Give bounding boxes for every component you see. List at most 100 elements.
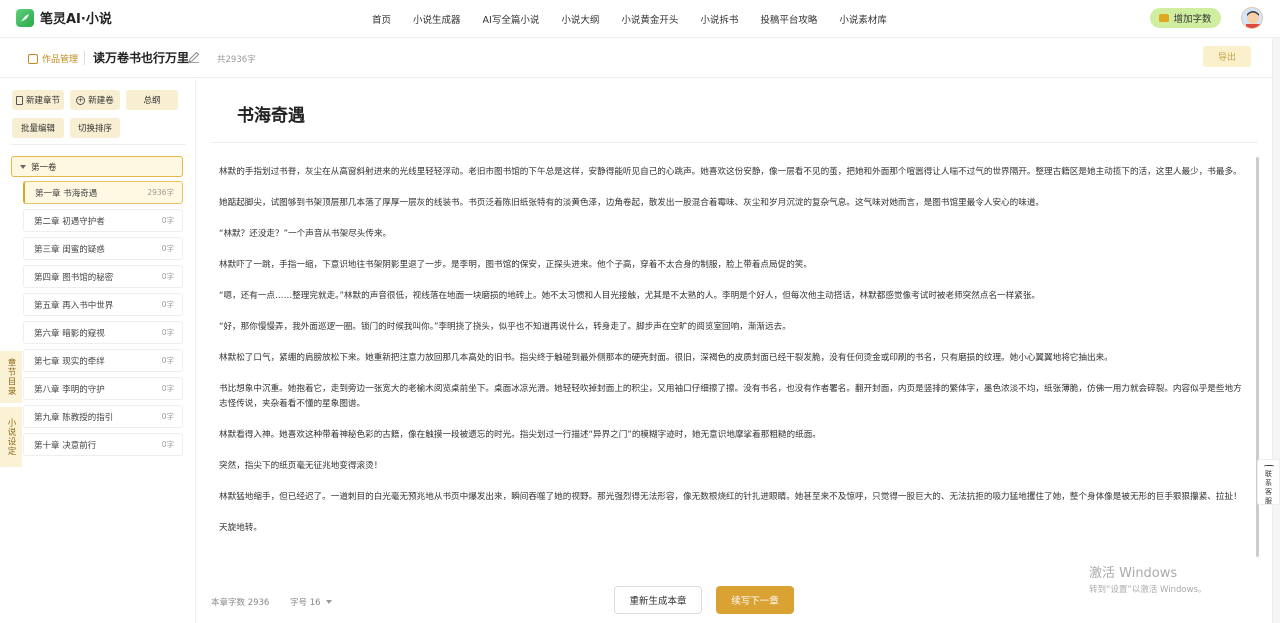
chapter-item[interactable]: 第一章 书海奇遇 2936字: [23, 181, 183, 204]
chapter-name: 第九章 陈教授的指引: [34, 412, 114, 423]
chapter-item[interactable]: 第二章 初遇守护者 0字: [23, 209, 183, 232]
sidebar-divider: [11, 144, 186, 145]
chapter-word-count: 0字: [161, 328, 174, 337]
toggle-sort-label: 切换排序: [77, 124, 112, 134]
crown-icon: [1159, 14, 1170, 22]
continue-next-chapter-button[interactable]: 续写下一章: [716, 586, 794, 614]
manage-works-button[interactable]: 作品管理: [28, 52, 78, 65]
windows-activation-watermark: 激活 Windows 转到“设置”以激活 Windows。: [1089, 562, 1206, 595]
chapter-item[interactable]: 第九章 陈教授的指引 0字: [23, 405, 183, 428]
chapter-word-count: 0字: [161, 412, 174, 421]
chapter-name: 第三章 闺蜜的疑惑: [34, 244, 105, 255]
plus-circle-icon: +: [76, 95, 86, 105]
nav-item-home[interactable]: 首页: [372, 12, 391, 26]
chapter-name: 第十章 决意前行: [34, 440, 97, 451]
document-icon: [15, 95, 23, 105]
title-divider: [211, 142, 1258, 143]
book-title[interactable]: 读万卷书也行万里路: [93, 49, 189, 66]
avatar[interactable]: [1241, 7, 1263, 29]
tab-chapter-toc[interactable]: 章节目录: [0, 351, 22, 403]
manage-works-label: 作品管理: [42, 55, 79, 65]
chapter-item[interactable]: 第三章 闺蜜的疑惑 0字: [23, 237, 183, 260]
add-words-button[interactable]: 增加字数: [1150, 8, 1221, 28]
paragraph: “好，那你慢慢弄，我外面巡逻一圈。锁门的时候我叫你。”李明挠了挠头，似乎也不知道…: [219, 322, 791, 332]
chapter-content[interactable]: 林默的手指划过书脊，灰尘在从高窗斜射进来的光线里轻轻浮动。老旧市图书馆的下午总是…: [219, 165, 1249, 565]
watermark-line2: 转到“设置”以激活 Windows。: [1089, 585, 1207, 595]
nav-item-material-library[interactable]: 小说素材库: [839, 12, 887, 26]
chapter-item[interactable]: 第五章 再入书中世界 0字: [23, 293, 183, 316]
new-chapter-label: 新建章节: [25, 96, 60, 106]
paragraph: 突然，指尖下的纸页毫无征兆地变得滚烫！: [219, 461, 383, 471]
paragraph: “嗯，还有一点……整理完就走。”林默的声音很低，视线落在地面一块磨损的地砖上。她…: [219, 291, 1041, 301]
paragraph: 林默看得入神。她喜欢这种带着神秘色彩的古籍，像在触摸一段被遗忘的时光。指尖划过一…: [219, 430, 821, 440]
chapter-name: 第四章 图书馆的秘密: [34, 272, 114, 283]
feather-icon: [16, 8, 34, 27]
app-logo-text: 笔灵AI·小说: [40, 12, 112, 27]
caret-down-icon: [325, 600, 332, 604]
chapter-list: 第一章 书海奇遇 2936字 第二章 初遇守护者 0字 第三章 闺蜜的疑惑 0字 第四…: [23, 181, 183, 461]
chapter-name: 第五章 再入书中世界: [34, 300, 114, 311]
add-words-label: 增加字数: [1173, 14, 1212, 25]
paragraph: 林默的手指划过书脊，灰尘在从高窗斜射进来的光线里轻轻浮动。老旧市图书馆的下午总是…: [219, 167, 1242, 177]
chapter-name: 第二章 初遇守护者: [34, 216, 105, 227]
font-size-select[interactable]: 字号 16: [290, 596, 332, 608]
editor-header: 作品管理 读万卷书也行万里路 共2936字 导出: [0, 38, 1272, 78]
chapter-item[interactable]: 第六章 暗影的窥视 0字: [23, 321, 183, 344]
export-button[interactable]: 导出: [1203, 46, 1251, 67]
chapter-sidebar: 新建章节 + 新建卷 总纲 批量编辑 切换排序 第一卷 第一章 书海奇遇 2936…: [0, 79, 196, 623]
chapter-item[interactable]: 第七章 现实的牵绊 0字: [23, 349, 183, 372]
edit-pencil-icon[interactable]: [187, 50, 201, 64]
customer-service-button[interactable]: 联系客服: [1257, 459, 1280, 505]
regenerate-chapter-button[interactable]: 重新生成本章: [614, 586, 702, 614]
chapter-word-count: 0字: [161, 244, 174, 253]
chapter-name: 第一章 书海奇遇: [35, 188, 98, 199]
chapter-name: 第六章 暗影的窥视: [34, 328, 105, 339]
paragraph: “林默？还没走？”一个声音从书架尽头传来。: [219, 229, 392, 239]
chapter-word-count: 0字: [161, 272, 174, 281]
chapter-item[interactable]: 第四章 图书馆的秘密 0字: [23, 265, 183, 288]
new-volume-label: 新建卷: [88, 96, 114, 106]
chapter-name: 第七章 现实的牵绊: [34, 356, 105, 367]
chapter-word-count: 2936字: [147, 188, 174, 197]
chapter-word-count: 0字: [161, 384, 174, 393]
top-nav-bar: 笔灵AI·小说 首页 小说生成器 AI写全篇小说 小说大纲 小说黄金开头 小说拆…: [0, 0, 1280, 38]
editor-main: 书海奇遇 林默的手指划过书脊，灰尘在从高窗斜射进来的光线里轻轻浮动。老旧市图书馆…: [197, 79, 1272, 623]
outline-label: 总纲: [143, 96, 161, 106]
nav-item-submission-guide[interactable]: 投稿平台攻略: [760, 12, 817, 26]
nav-item-golden-opening[interactable]: 小说黄金开头: [621, 12, 678, 26]
outline-button[interactable]: 总纲: [126, 90, 178, 110]
new-volume-button[interactable]: + 新建卷: [70, 90, 120, 110]
volume-name: 第一卷: [31, 162, 57, 173]
headset-icon: [1263, 465, 1274, 467]
caret-down-icon: [20, 164, 26, 169]
paragraph: 她踮起脚尖，试图够到书架顶层那几本落了厚厚一层灰的线装书。书页泛着陈旧纸张特有的…: [219, 198, 1045, 208]
tab-novel-settings[interactable]: 小说设定: [0, 407, 22, 467]
nav-item-novel-generator[interactable]: 小说生成器: [413, 12, 461, 26]
volume-header[interactable]: 第一卷: [11, 156, 183, 177]
font-size-label: 字号 16: [290, 598, 321, 608]
paragraph: 天旋地转。: [219, 523, 262, 533]
paragraph: 林默吓了一跳，手指一缩，下意识地往书架阴影里退了一步。是李明，图书馆的保安，正探…: [219, 260, 812, 270]
chapter-word-count-label: 本章字数 2936: [211, 598, 270, 608]
nav-item-ai-full-novel[interactable]: AI写全篇小说: [483, 12, 540, 26]
watermark-line1: 激活 Windows: [1089, 566, 1178, 581]
paragraph: 林默松了口气，紧绷的肩膀放松下来。她重新把注意力放回那几本高处的旧书。指尖终于触…: [219, 353, 1113, 363]
chapter-title[interactable]: 书海奇遇: [237, 101, 305, 126]
nav-item-book-breakdown[interactable]: 小说拆书: [700, 12, 738, 26]
app-logo[interactable]: 笔灵AI·小说: [16, 8, 112, 27]
paragraph: 林默猛地缩手，但已经迟了。一道刺目的白光毫无预兆地从书页中爆发出来，瞬间吞噬了她…: [219, 492, 1242, 502]
page-scrollbar[interactable]: [1272, 38, 1280, 623]
toggle-sort-button[interactable]: 切换排序: [70, 118, 120, 138]
chapter-item[interactable]: 第十章 决意前行 0字: [23, 433, 183, 456]
customer-service-label: 联系客服: [1265, 470, 1272, 505]
chapter-word-count: 0字: [161, 440, 174, 449]
batch-edit-label: 批量编辑: [20, 124, 55, 134]
chapter-name: 第八章 李明的守护: [34, 384, 105, 395]
folder-icon: [28, 53, 38, 64]
nav-item-outline[interactable]: 小说大纲: [561, 12, 599, 26]
chapter-word-count: 0字: [161, 356, 174, 365]
chapter-word-count: 0字: [161, 216, 174, 225]
batch-edit-button[interactable]: 批量编辑: [12, 118, 64, 138]
chapter-item[interactable]: 第八章 李明的守护 0字: [23, 377, 183, 400]
new-chapter-button[interactable]: 新建章节: [12, 90, 64, 110]
